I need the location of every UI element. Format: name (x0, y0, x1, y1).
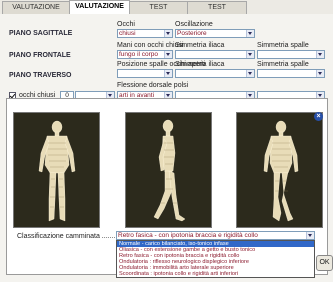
chevron-down-icon (306, 232, 314, 239)
chevron-down-icon (246, 51, 254, 58)
simmetria-iliaca-2-label: Simmetria iliaca (175, 61, 225, 68)
simmetria-iliaca-2-select[interactable] (175, 69, 255, 78)
dropdown-option[interactable]: Scoordinata : ipotonia collo e rigidità … (117, 271, 314, 277)
mani-select[interactable]: fungo il corpo (117, 50, 173, 59)
human-mesh-front-icon (38, 120, 76, 222)
tab-valutazione-statica[interactable]: VALUTAZIONE STATICA (2, 1, 70, 23)
human-mesh-back-icon (263, 120, 299, 222)
simmetria-iliaca-select[interactable] (175, 50, 255, 59)
posizione-spalle-select[interactable] (117, 69, 173, 78)
classificazione-select[interactable]: Retro fasica - con ipotonia braccia e ri… (116, 231, 315, 240)
occhi-label: Occhi (117, 21, 135, 28)
flessione-label: Flessione dorsale polsi (117, 82, 189, 89)
simmetria-spalle-select[interactable] (257, 50, 325, 59)
row-label-frontale: PIANO FRONTALE (9, 52, 71, 59)
row-label-traverso: PIANO TRAVERSO (9, 72, 72, 79)
chevron-down-icon (246, 70, 254, 77)
simmetria-spalle-2-select[interactable] (257, 69, 325, 78)
chevron-down-icon (164, 51, 172, 58)
figure-back-view[interactable] (236, 112, 323, 228)
tab-test-posturali[interactable]: TEST POSTURALI (129, 1, 188, 23)
human-mesh-side-icon (153, 119, 186, 222)
chevron-down-icon (164, 70, 172, 77)
classificazione-value: Retro fasica - con ipotonia braccia e ri… (118, 232, 258, 239)
tab-valutazione-3d[interactable]: VALUTAZIONE 3D (69, 0, 130, 22)
simmetria-iliaca-label: Simmetria iliaca (175, 42, 225, 49)
chevron-down-icon (316, 51, 324, 58)
chevron-down-icon (246, 30, 254, 37)
tab-bar: VALUTAZIONE STATICA VALUTAZIONE 3D TEST … (0, 0, 333, 23)
oscillazione-value: Posteriore (177, 30, 207, 37)
figure-side-view[interactable] (125, 112, 212, 228)
simmetria-spalle-2-label: Simmetria spalle (257, 61, 309, 68)
classificazione-label: Classificazione camminata .......... (17, 233, 122, 240)
oscillazione-select[interactable]: Posteriore (175, 29, 255, 38)
row-label-sagittale: PIANO SAGITTALE (9, 30, 73, 37)
simmetria-spalle-label: Simmetria spalle (257, 42, 309, 49)
figure-front-view[interactable] (13, 112, 100, 228)
classificazione-dropdown-list: Normale - carico bilanciato, iso-tonico … (116, 240, 315, 278)
occhi-select[interactable]: chiusi (117, 29, 173, 38)
mani-value: fungo il corpo (119, 51, 159, 58)
chevron-down-icon (316, 70, 324, 77)
tab-test-funzionali[interactable]: TEST FUNZIONALI (187, 1, 247, 23)
oscillazione-label: Oscillazione (175, 21, 213, 28)
occhi-value: chiusi (119, 30, 136, 37)
ok-button[interactable]: OK (316, 255, 333, 271)
close-icon[interactable]: × (314, 112, 323, 121)
chevron-down-icon (164, 30, 172, 37)
mani-label: Mani con occhi chiusi (117, 42, 184, 49)
